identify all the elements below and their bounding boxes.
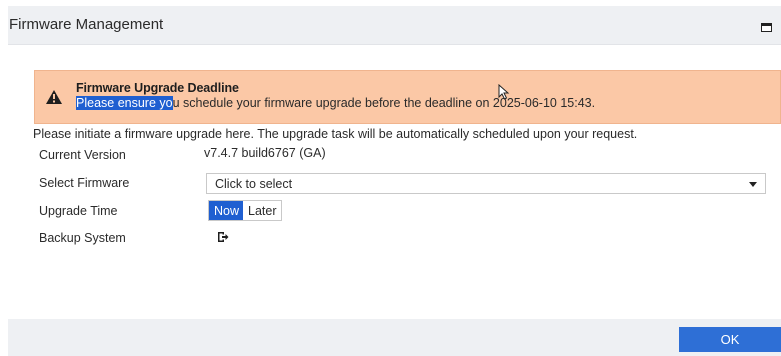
upgrade-time-now-button[interactable]: Now xyxy=(209,201,244,220)
deadline-alert: Firmware Upgrade Deadline Please ensure … xyxy=(34,70,781,124)
intro-text: Please initiate a firmware upgrade here.… xyxy=(33,127,638,141)
ok-button[interactable]: OK xyxy=(679,327,781,352)
maximize-icon[interactable] xyxy=(761,23,772,32)
warning-icon xyxy=(46,90,62,104)
upgrade-time-toggle: Now Later xyxy=(208,200,282,221)
export-icon[interactable] xyxy=(217,231,229,243)
dialog-footer xyxy=(8,319,781,356)
current-version-label: Current Version xyxy=(39,148,126,162)
alert-message: Please ensure you schedule your firmware… xyxy=(76,96,595,110)
alert-message-rest: u schedule your firmware upgrade before … xyxy=(172,96,596,110)
upgrade-time-later-button[interactable]: Later xyxy=(243,201,281,220)
mouse-cursor-icon xyxy=(498,84,510,100)
backup-system-label: Backup System xyxy=(39,231,126,245)
select-firmware-label: Select Firmware xyxy=(39,176,130,190)
alert-title: Firmware Upgrade Deadline xyxy=(76,81,239,95)
alert-message-selected: Please ensure yo xyxy=(76,96,173,110)
dialog-title: Firmware Management xyxy=(9,16,164,33)
current-version-value: v7.4.7 build6767 (GA) xyxy=(204,146,326,160)
upgrade-time-label: Upgrade Time xyxy=(39,204,118,218)
chevron-down-icon xyxy=(749,182,757,187)
select-firmware-dropdown[interactable]: Click to select xyxy=(206,173,766,194)
dialog-header: Firmware Management xyxy=(8,6,781,45)
firmware-dialog: Firmware Management Firmware Upgrade Dea… xyxy=(8,0,781,356)
select-firmware-value: Click to select xyxy=(215,177,293,191)
